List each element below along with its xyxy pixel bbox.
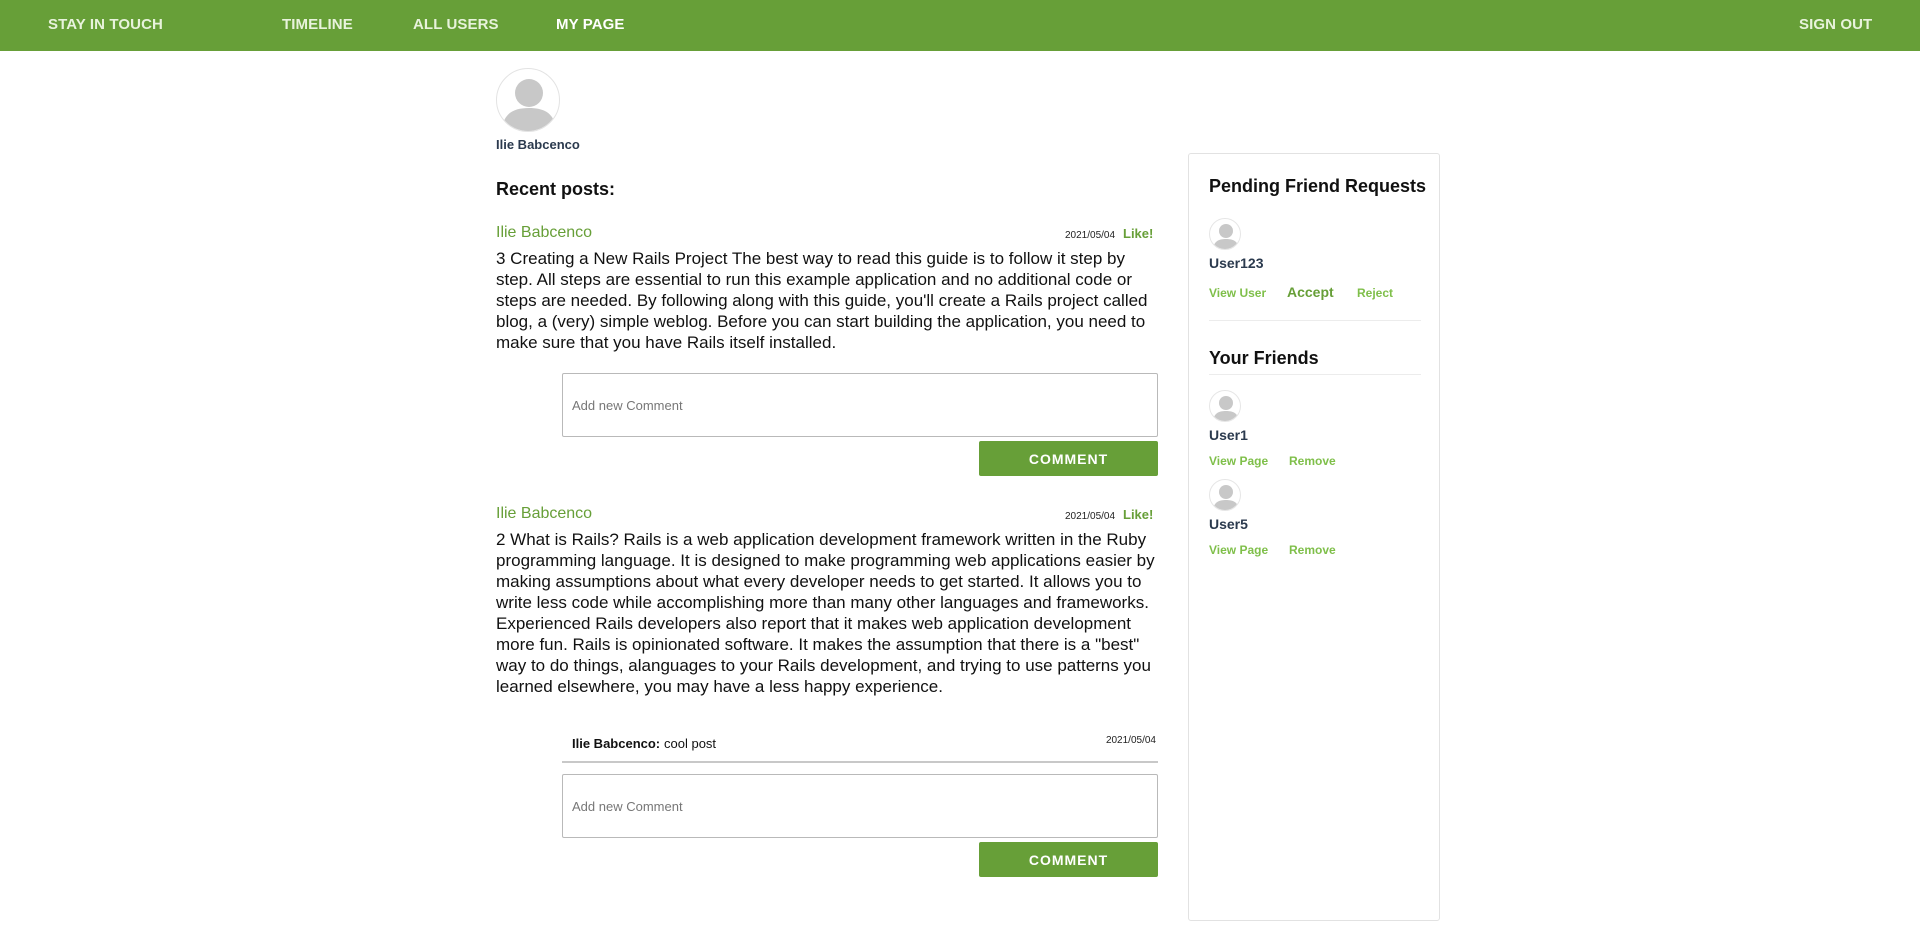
post-author[interactable]: Ilie Babcenco <box>496 224 592 242</box>
comment-item: Ilie Babcenco: cool post 2021/05/04 <box>562 733 1158 763</box>
comment-author: Ilie Babcenco: <box>572 736 661 751</box>
top-navbar: STAY IN TOUCH TIMELINE ALL USERS MY PAGE… <box>0 0 1920 51</box>
pending-user-name[interactable]: User123 <box>1209 255 1264 271</box>
user-silhouette-icon <box>1213 224 1239 249</box>
comment-button[interactable]: COMMENT <box>979 441 1158 476</box>
post-body: 2 What is Rails? Rails is a web applicat… <box>496 530 1155 696</box>
user-silhouette-icon <box>502 79 556 131</box>
comment-text: cool post <box>664 736 717 751</box>
user-silhouette-icon <box>1213 396 1239 421</box>
your-friends-heading: Your Friends <box>1209 348 1319 368</box>
user-avatar <box>1209 479 1241 511</box>
profile-name: Ilie Babcenco <box>496 137 580 152</box>
friend-name[interactable]: User1 <box>1209 427 1248 443</box>
comment-button[interactable]: COMMENT <box>979 842 1158 877</box>
post-date: 2021/05/04 <box>1065 511 1116 522</box>
view-user-link[interactable]: View User <box>1209 286 1266 300</box>
accept-button[interactable]: Accept <box>1287 284 1334 300</box>
comment-input[interactable] <box>562 774 1158 838</box>
like-button[interactable]: Like! <box>1123 507 1153 522</box>
nav-timeline-link[interactable]: TIMELINE <box>282 16 353 33</box>
friend-name[interactable]: User5 <box>1209 516 1248 532</box>
post-body: 3 Creating a New Rails Project The best … <box>496 249 1148 352</box>
user-silhouette-icon <box>1213 485 1239 510</box>
pending-requests-heading: Pending Friend Requests <box>1209 176 1427 196</box>
like-button[interactable]: Like! <box>1123 226 1153 241</box>
view-page-link[interactable]: View Page <box>1209 543 1268 557</box>
divider <box>1209 320 1421 321</box>
comment-input[interactable] <box>562 373 1158 437</box>
profile-avatar <box>496 68 560 132</box>
nav-my-page-link[interactable]: MY PAGE <box>556 16 625 33</box>
recent-posts-heading: Recent posts: <box>496 179 616 199</box>
remove-friend-button[interactable]: Remove <box>1289 454 1336 468</box>
post-date: 2021/05/04 <box>1065 230 1116 241</box>
user-avatar <box>1209 218 1241 250</box>
divider <box>1209 374 1421 375</box>
view-page-link[interactable]: View Page <box>1209 454 1268 468</box>
reject-button[interactable]: Reject <box>1357 286 1393 300</box>
remove-friend-button[interactable]: Remove <box>1289 543 1336 557</box>
nav-all-users-link[interactable]: ALL USERS <box>413 16 499 33</box>
sign-out-link[interactable]: SIGN OUT <box>1799 16 1872 33</box>
friends-sidebar: Pending Friend Requests User123 View Use… <box>1188 153 1440 921</box>
comment-date: 2021/05/04 <box>1105 735 1156 746</box>
user-avatar <box>1209 390 1241 422</box>
brand-link[interactable]: STAY IN TOUCH <box>48 16 163 33</box>
post-author[interactable]: Ilie Babcenco <box>496 505 592 523</box>
